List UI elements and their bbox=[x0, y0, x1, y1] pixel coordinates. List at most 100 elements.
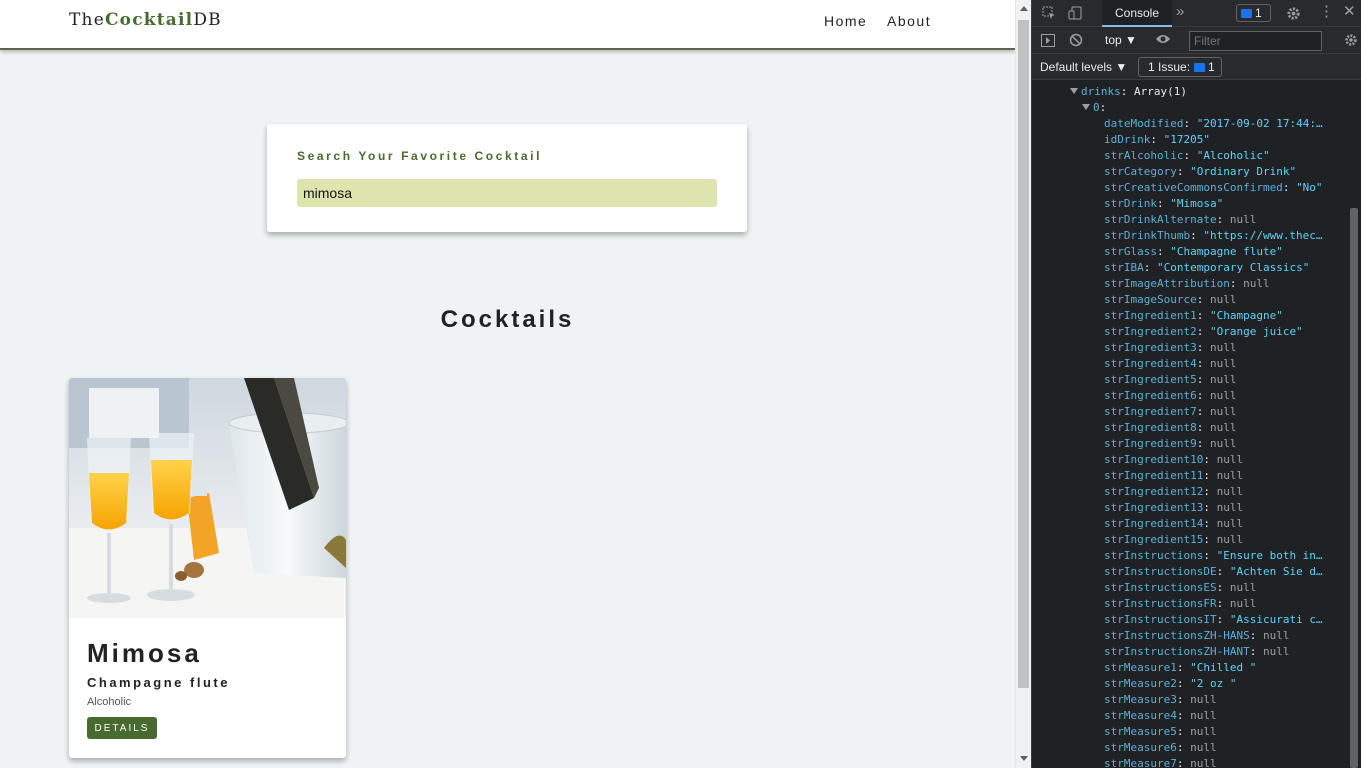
message-count-badge[interactable]: 1 bbox=[1236, 4, 1271, 22]
eye-icon[interactable] bbox=[1155, 33, 1171, 47]
search-input[interactable] bbox=[297, 179, 717, 207]
console-prop-row[interactable]: strInstructionsIT: "Assicurati c… bbox=[1104, 612, 1346, 628]
message-icon bbox=[1241, 9, 1252, 18]
inspect-element-icon[interactable] bbox=[1042, 6, 1056, 22]
console-prop-row[interactable]: strMeasure7: null bbox=[1104, 756, 1346, 768]
default-levels-select[interactable]: Default levels ▼ bbox=[1040, 60, 1127, 74]
console-prop-row[interactable]: strIngredient11: null bbox=[1104, 468, 1346, 484]
console-prop-row[interactable]: strIngredient10: null bbox=[1104, 452, 1346, 468]
console-index-row[interactable]: 0: bbox=[1082, 100, 1106, 116]
filter-input[interactable] bbox=[1189, 31, 1322, 51]
prop-value: "Contemporary Classics" bbox=[1157, 261, 1310, 274]
close-devtools-icon[interactable]: ✕ bbox=[1343, 4, 1356, 19]
console-prop-row[interactable]: strIngredient4: null bbox=[1104, 356, 1346, 372]
scroll-down-arrow-icon[interactable] bbox=[1020, 756, 1028, 761]
expand-triangle-icon[interactable] bbox=[1070, 88, 1078, 94]
console-prop-row[interactable]: strGlass: "Champagne flute" bbox=[1104, 244, 1346, 260]
site-logo[interactable]: TheCocktailDB bbox=[69, 10, 222, 30]
console-prop-row[interactable]: strCategory: "Ordinary Drink" bbox=[1104, 164, 1346, 180]
console-prop-row[interactable]: strIngredient5: null bbox=[1104, 372, 1346, 388]
sidebar-toggle-icon[interactable] bbox=[1041, 34, 1055, 49]
console-prop-row[interactable]: strMeasure5: null bbox=[1104, 724, 1346, 740]
prop-value: "Achten Sie d… bbox=[1229, 565, 1323, 578]
prop-key: strIngredient8 bbox=[1104, 421, 1197, 434]
nav-about-link[interactable]: About bbox=[887, 13, 931, 29]
prop-key: strMeasure6 bbox=[1104, 741, 1177, 754]
prop-key: strIngredient12 bbox=[1104, 485, 1204, 498]
more-options-icon[interactable]: ⋮ bbox=[1319, 4, 1334, 19]
console-prop-row[interactable]: strIngredient15: null bbox=[1104, 532, 1346, 548]
prop-key: strCreativeCommonsConfirmed bbox=[1104, 181, 1283, 194]
console-prop-row[interactable]: strIngredient6: null bbox=[1104, 388, 1346, 404]
cocktail-glass: Champagne flute bbox=[87, 675, 230, 690]
nav-home-link[interactable]: Home bbox=[824, 13, 867, 29]
prop-value: null bbox=[1262, 645, 1290, 658]
console-prop-row[interactable]: strMeasure2: "2 oz " bbox=[1104, 676, 1346, 692]
console-prop-row[interactable]: strMeasure3: null bbox=[1104, 692, 1346, 708]
prop-value: "Champagne flute" bbox=[1170, 245, 1283, 258]
details-button[interactable]: DETAILS bbox=[87, 717, 157, 739]
prop-key: strGlass bbox=[1104, 245, 1157, 258]
console-prop-row[interactable]: strCreativeCommonsConfirmed: "No" bbox=[1104, 180, 1346, 196]
device-toolbar-icon[interactable] bbox=[1068, 6, 1082, 22]
console-prop-row[interactable]: strInstructionsES: null bbox=[1104, 580, 1346, 596]
console-prop-row[interactable]: strIngredient13: null bbox=[1104, 500, 1346, 516]
console-prop-row[interactable]: strIngredient14: null bbox=[1104, 516, 1346, 532]
console-prop-row[interactable]: strIBA: "Contemporary Classics" bbox=[1104, 260, 1346, 276]
dropdown-arrow-icon: ▼ bbox=[1125, 33, 1137, 47]
tab-console[interactable]: Console bbox=[1102, 0, 1172, 27]
console-prop-row[interactable]: strInstructionsFR: null bbox=[1104, 596, 1346, 612]
console-settings-gear-icon[interactable] bbox=[1344, 33, 1358, 49]
prop-value: "Ordinary Drink" bbox=[1190, 165, 1297, 178]
console-prop-row[interactable]: strInstructions: "Ensure both in… bbox=[1104, 548, 1346, 564]
scroll-up-arrow-icon[interactable] bbox=[1020, 6, 1028, 11]
console-prop-row[interactable]: strIngredient7: null bbox=[1104, 404, 1346, 420]
console-prop-row[interactable]: strDrink: "Mimosa" bbox=[1104, 196, 1346, 212]
message-count: 1 bbox=[1255, 6, 1262, 20]
console-scrollbar[interactable] bbox=[1346, 80, 1361, 768]
issues-button[interactable]: 1 Issue: 1 bbox=[1138, 57, 1222, 77]
settings-gear-icon[interactable] bbox=[1286, 6, 1301, 23]
page-scrollbar[interactable] bbox=[1015, 0, 1031, 768]
console-prop-row[interactable]: strDrinkAlternate: null bbox=[1104, 212, 1346, 228]
console-prop-row[interactable]: strAlcoholic: "Alcoholic" bbox=[1104, 148, 1346, 164]
console-prop-row[interactable]: strIngredient8: null bbox=[1104, 420, 1346, 436]
console-prop-row[interactable]: strImageAttribution: null bbox=[1104, 276, 1346, 292]
console-prop-row[interactable]: idDrink: "17205" bbox=[1104, 132, 1346, 148]
console-prop-row[interactable]: strInstructionsZH-HANT: null bbox=[1104, 644, 1346, 660]
prop-value: null bbox=[1216, 517, 1244, 530]
prop-value: "Assicurati c… bbox=[1229, 613, 1323, 626]
prop-value: null bbox=[1243, 277, 1270, 290]
cocktail-name: Mimosa bbox=[87, 638, 202, 668]
more-tabs-icon[interactable]: » bbox=[1176, 4, 1184, 19]
prop-key: strIngredient14 bbox=[1104, 517, 1204, 530]
logo-bold: Cocktail bbox=[104, 10, 194, 30]
console-prop-row[interactable]: strIngredient2: "Orange juice" bbox=[1104, 324, 1346, 340]
prop-key: idDrink bbox=[1104, 133, 1151, 146]
context-select[interactable]: top ▼ bbox=[1105, 33, 1137, 47]
console-prop-row[interactable]: strDrinkThumb: "https://www.thec… bbox=[1104, 228, 1346, 244]
console-prop-row[interactable]: strIngredient9: null bbox=[1104, 436, 1346, 452]
console-prop-row[interactable]: strIngredient3: null bbox=[1104, 340, 1346, 356]
console-prop-row[interactable]: dateModified: "2017-09-02 17:44:… bbox=[1104, 116, 1346, 132]
console-prop-row[interactable]: strIngredient12: null bbox=[1104, 484, 1346, 500]
prop-value: null bbox=[1216, 453, 1244, 466]
web-page: TheCocktailDB Home About Search Your Fav… bbox=[0, 0, 1015, 768]
console-prop-row[interactable]: strMeasure1: "Chilled " bbox=[1104, 660, 1346, 676]
prop-value: null bbox=[1209, 389, 1237, 402]
page-scroll-thumb[interactable] bbox=[1018, 20, 1029, 688]
prop-key: strDrink bbox=[1104, 197, 1157, 210]
console-prop-row[interactable]: strInstructionsZH-HANS: null bbox=[1104, 628, 1346, 644]
section-title: Cocktails bbox=[440, 306, 575, 333]
console-prop-row[interactable]: strIngredient1: "Champagne" bbox=[1104, 308, 1346, 324]
console-root-row[interactable]: drinks: Array(1) bbox=[1070, 84, 1187, 100]
console-prop-row[interactable]: strImageSource: null bbox=[1104, 292, 1346, 308]
clear-console-icon[interactable] bbox=[1069, 33, 1083, 49]
console-prop-row[interactable]: strMeasure6: null bbox=[1104, 740, 1346, 756]
console-prop-row[interactable]: strInstructionsDE: "Achten Sie d… bbox=[1104, 564, 1346, 580]
prop-value: null bbox=[1209, 357, 1237, 370]
console-prop-row[interactable]: strMeasure4: null bbox=[1104, 708, 1346, 724]
console-scroll-thumb[interactable] bbox=[1350, 208, 1358, 768]
prop-key: strIBA bbox=[1104, 261, 1144, 274]
expand-triangle-icon[interactable] bbox=[1082, 104, 1090, 110]
